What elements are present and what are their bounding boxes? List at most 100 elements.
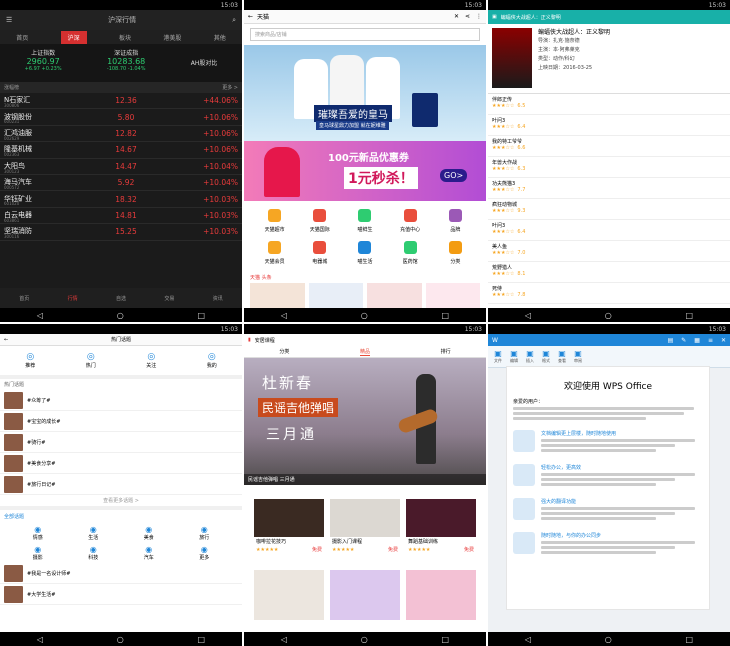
list-item[interactable]: 功夫熊猫3 ★★★☆☆ 7.7	[488, 178, 730, 199]
home-icon[interactable]: ○	[361, 635, 368, 644]
back-icon[interactable]: ◁	[281, 635, 287, 644]
list-item[interactable]: 疯狂动物城 ★★★☆☆ 9.3	[488, 199, 730, 220]
forum-post[interactable]: #骑行#	[0, 432, 242, 453]
bottom-tab-news[interactable]: 资讯	[213, 295, 223, 302]
forum-post[interactable]: #众筹了#	[0, 390, 242, 411]
topic-tile[interactable]: ◉ 旅行	[177, 525, 233, 541]
tab-category[interactable]: 分类	[279, 348, 289, 355]
wps-document[interactable]: 欢迎使用 WPS Office 亲爱的用户： 文档编辑更上层楼，随时随地使用 轻松…	[506, 366, 710, 610]
home-icon[interactable]: ○	[117, 311, 124, 320]
home-icon[interactable]: ○	[605, 311, 612, 320]
product-thumb[interactable]	[250, 283, 305, 311]
forum-category[interactable]: ◎ 热门	[86, 352, 96, 369]
product-thumb[interactable]	[367, 283, 422, 311]
close-icon[interactable]: ✕	[721, 337, 726, 344]
more-topics-link[interactable]: 查看更多话题 >	[0, 495, 242, 510]
recents-icon[interactable]: □	[686, 635, 694, 644]
ribbon-button[interactable]: ▣ 文件	[494, 349, 502, 364]
list-item[interactable]: 荒野猎人 ★★★☆☆ 8.1	[488, 262, 730, 283]
bottom-tab-home[interactable]: 首页	[19, 295, 29, 302]
ribbon-button[interactable]: ▣ 编辑	[510, 349, 518, 364]
tmall-banner-main[interactable]: 璀璨吾爱的皇马 皇马球星鼎力加盟 就在妮维雅	[244, 45, 486, 141]
save-icon[interactable]: ▤	[668, 337, 674, 344]
home-icon[interactable]: ○	[361, 311, 368, 320]
course-card[interactable]: 摄影入门课程 ★★★★★ 免费	[330, 499, 400, 561]
product-thumb[interactable]	[308, 283, 363, 311]
forum-post[interactable]: #宝宝的成长#	[0, 411, 242, 432]
more-link[interactable]: 更多 >	[222, 84, 238, 91]
table-row[interactable]: 波钢股份 600231 5.80 +10.06%	[0, 109, 242, 126]
tab-ranking[interactable]: 排行	[441, 348, 451, 355]
table-row[interactable]: 汇鸿油服 002629 12.82 +10.06%	[0, 126, 242, 143]
table-row[interactable]: 海马汽车 000572 5.92 +10.04%	[0, 175, 242, 192]
tab-sector[interactable]: 板块	[119, 33, 131, 42]
go-button[interactable]: GO>	[440, 169, 468, 182]
tab-other[interactable]: 其他	[214, 33, 226, 42]
topic-tile[interactable]: ◉ 美食	[121, 525, 177, 541]
tab-home[interactable]: 首页	[16, 33, 28, 42]
recents-icon[interactable]: □	[198, 311, 206, 320]
topic-tile[interactable]: ◉ 汽车	[121, 545, 177, 561]
list-item[interactable]: 叶问3 ★★★☆☆ 6.4	[488, 115, 730, 136]
bottom-tab-watchlist[interactable]: 自选	[116, 295, 126, 302]
index-shanghai[interactable]: 上证指数 2960.97 +6.97 +0.23%	[25, 48, 62, 78]
list-item[interactable]: 叶问3 ★★★☆☆ 6.4	[488, 220, 730, 241]
tab-featured[interactable]: 精品	[359, 348, 370, 356]
tmall-shortcut[interactable]: 电器城	[297, 239, 342, 265]
table-row[interactable]: N石家汇 300806 12.36 +44.06%	[0, 93, 242, 110]
table-row[interactable]: 华钰矿业 601020 18.32 +10.03%	[0, 191, 242, 208]
recents-icon[interactable]: □	[442, 635, 450, 644]
overflow-menu-icon[interactable]: ⋮	[476, 13, 482, 20]
list-item[interactable]: 伴郎正传 ★★★☆☆ 6.5	[488, 94, 730, 115]
back-icon[interactable]: ◁	[525, 635, 531, 644]
forum-post[interactable]: #美食分享#	[0, 453, 242, 474]
table-row[interactable]: 隆基机械 002363 14.67 +10.06%	[0, 142, 242, 159]
course-card[interactable]	[330, 570, 400, 620]
ribbon-button[interactable]: ▣ 插入	[526, 349, 534, 364]
view-icon[interactable]: ▦	[694, 337, 700, 344]
close-icon[interactable]: ✕	[454, 13, 459, 20]
list-item[interactable]: 年兽大作战 ★★★☆☆ 6.3	[488, 157, 730, 178]
course-card[interactable]: 咖啡拉花技巧 ★★★★★ 免费	[254, 499, 324, 561]
recents-icon[interactable]: □	[442, 311, 450, 320]
topic-tile[interactable]: ◉ 更多	[177, 545, 233, 561]
edit-icon[interactable]: ✎	[681, 337, 686, 344]
table-row[interactable]: 白云电器 603861 14.81 +10.03%	[0, 208, 242, 225]
topic-tile[interactable]: ◉ 生活	[66, 525, 122, 541]
ribbon-button[interactable]: ▣ 审阅	[574, 349, 582, 364]
table-row[interactable]: 坚瑞消防 300116 15.25 +10.03%	[0, 224, 242, 241]
course-card[interactable]	[406, 570, 476, 620]
topic-tile[interactable]: ◉ 科技	[66, 545, 122, 561]
tmall-shortcut[interactable]: 喵生活	[342, 239, 387, 265]
course-hero-banner[interactable]: 杜新春 民谣吉他弹唱 三月通 民谣吉他弹唱 三月通	[244, 358, 486, 485]
menu-icon[interactable]: ≡	[708, 337, 713, 344]
forum-category[interactable]: ◎ 我的	[207, 352, 217, 369]
topic-tile[interactable]: ◉ 情感	[10, 525, 66, 541]
forum-category[interactable]: ◎ 推荐	[25, 352, 35, 369]
tmall-shortcut[interactable]: 天猫超市	[252, 207, 297, 233]
ribbon-button[interactable]: ▣ 查看	[558, 349, 566, 364]
tmall-shortcut[interactable]: 充值中心	[388, 207, 433, 233]
recents-icon[interactable]: □	[198, 635, 206, 644]
ah-compare[interactable]: AH股对比	[191, 48, 218, 78]
tmall-shortcut[interactable]: 品牌	[433, 207, 478, 233]
list-item[interactable]: 死侍 ★★★☆☆ 7.8	[488, 283, 730, 304]
list-item[interactable]: 我的特工爷爷 ★★★☆☆ 6.6	[488, 136, 730, 157]
list-item[interactable]: 美人鱼 ★★★☆☆ 7.0	[488, 241, 730, 262]
course-card[interactable]: 舞蹈基础训练 ★★★★★ 免费	[406, 499, 476, 561]
tmall-shortcut[interactable]: 天猫会员	[252, 239, 297, 265]
tmall-search-input[interactable]: 搜索商品/店铺	[250, 28, 480, 41]
tab-hk-us[interactable]: 港美股	[163, 33, 181, 42]
tmall-shortcut[interactable]: 天猫国际	[297, 207, 342, 233]
tab-hushen[interactable]: 沪深	[60, 30, 87, 44]
back-icon[interactable]: ◁	[37, 311, 43, 320]
forum-post[interactable]: #我是一名设计师#	[0, 563, 242, 584]
back-icon[interactable]: ◁	[281, 311, 287, 320]
search-icon[interactable]: ⌕	[232, 16, 236, 25]
bottom-tab-quotes[interactable]: 行情	[68, 295, 78, 302]
table-row[interactable]: 大阳鸟 300123 14.47 +10.04%	[0, 159, 242, 175]
share-icon[interactable]: ⋖	[465, 13, 470, 20]
back-arrow-icon[interactable]: ←	[4, 337, 8, 343]
ribbon-button[interactable]: ▣ 格式	[542, 349, 550, 364]
tmall-banner-coupon[interactable]: 100元新品优惠券 1元秒杀！ GO>	[244, 141, 486, 201]
